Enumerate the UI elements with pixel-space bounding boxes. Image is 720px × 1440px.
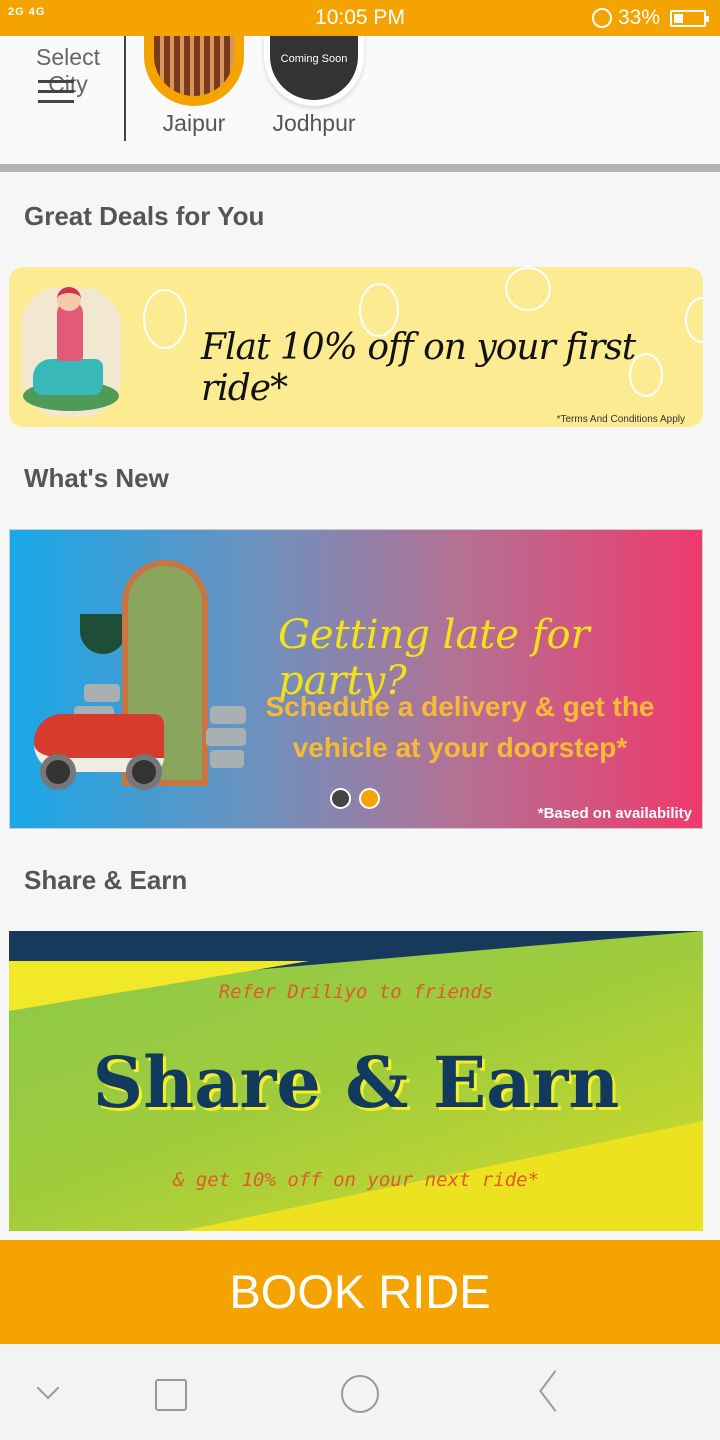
refer-line: Refer Driliyo to friends <box>218 981 494 1003</box>
section-title-share-earn: Share & Earn <box>24 865 188 895</box>
city-jaipur-image <box>144 36 244 106</box>
city-jaipur[interactable]: Jaipur <box>139 36 249 137</box>
deal-headline: Flat 10% off on your first ride* <box>201 327 636 409</box>
system-nav-bar <box>0 1344 720 1440</box>
chevron-down-icon[interactable] <box>30 1374 70 1414</box>
city-jodhpur-image: Coming Soon <box>264 36 364 106</box>
city-jaipur-label: Jaipur <box>162 110 226 136</box>
status-bar: 2G 4G 10:05 PM 33% <box>0 0 720 36</box>
divider <box>0 164 720 172</box>
back-icon[interactable] <box>534 1374 574 1414</box>
section-title-whats-new: What's New <box>24 463 169 493</box>
share-earn-headline: Share & Earn <box>92 1041 620 1124</box>
battery-icon <box>670 10 709 27</box>
recent-apps-icon[interactable] <box>150 1374 190 1414</box>
city-jodhpur[interactable]: Coming Soon Jodhpur <box>259 36 369 137</box>
referral-offer: & get 10% off on your next ride* <box>172 1169 540 1191</box>
home-icon[interactable] <box>340 1374 380 1414</box>
coming-soon-badge: Coming Soon <box>270 36 358 100</box>
city-selector: Select City Jaipur Coming Soon Jodhpur <box>0 36 720 164</box>
divider <box>124 36 126 141</box>
deal-banner[interactable]: Flat 10% off on your first ride* *Terms … <box>9 267 703 427</box>
rotation-lock-icon <box>592 8 612 28</box>
whats-new-carousel[interactable]: Getting late for party? Schedule a deliv… <box>9 529 703 829</box>
menu-icon[interactable] <box>38 80 74 104</box>
clock: 10:05 PM <box>315 6 405 29</box>
city-jodhpur-label: Jodhpur <box>272 110 356 136</box>
book-ride-button[interactable]: BOOK RIDE <box>0 1240 720 1344</box>
share-earn-banner[interactable]: Refer Driliyo to friends Share & Earn & … <box>9 931 703 1231</box>
carousel-dot[interactable] <box>330 788 351 809</box>
availability-note: *Based on availability <box>537 805 692 822</box>
banner-subline: Schedule a delivery & get the vehicle at… <box>265 691 655 763</box>
carousel-dot-active[interactable] <box>359 788 380 809</box>
battery-percent: 33% <box>617 6 660 29</box>
carousel-indicator[interactable] <box>330 788 388 814</box>
section-title-deals: Great Deals for You <box>24 201 265 231</box>
plant-illustration <box>80 614 126 654</box>
scooter-rider-illustration <box>21 287 121 417</box>
deal-terms: *Terms And Conditions Apply <box>556 414 685 425</box>
